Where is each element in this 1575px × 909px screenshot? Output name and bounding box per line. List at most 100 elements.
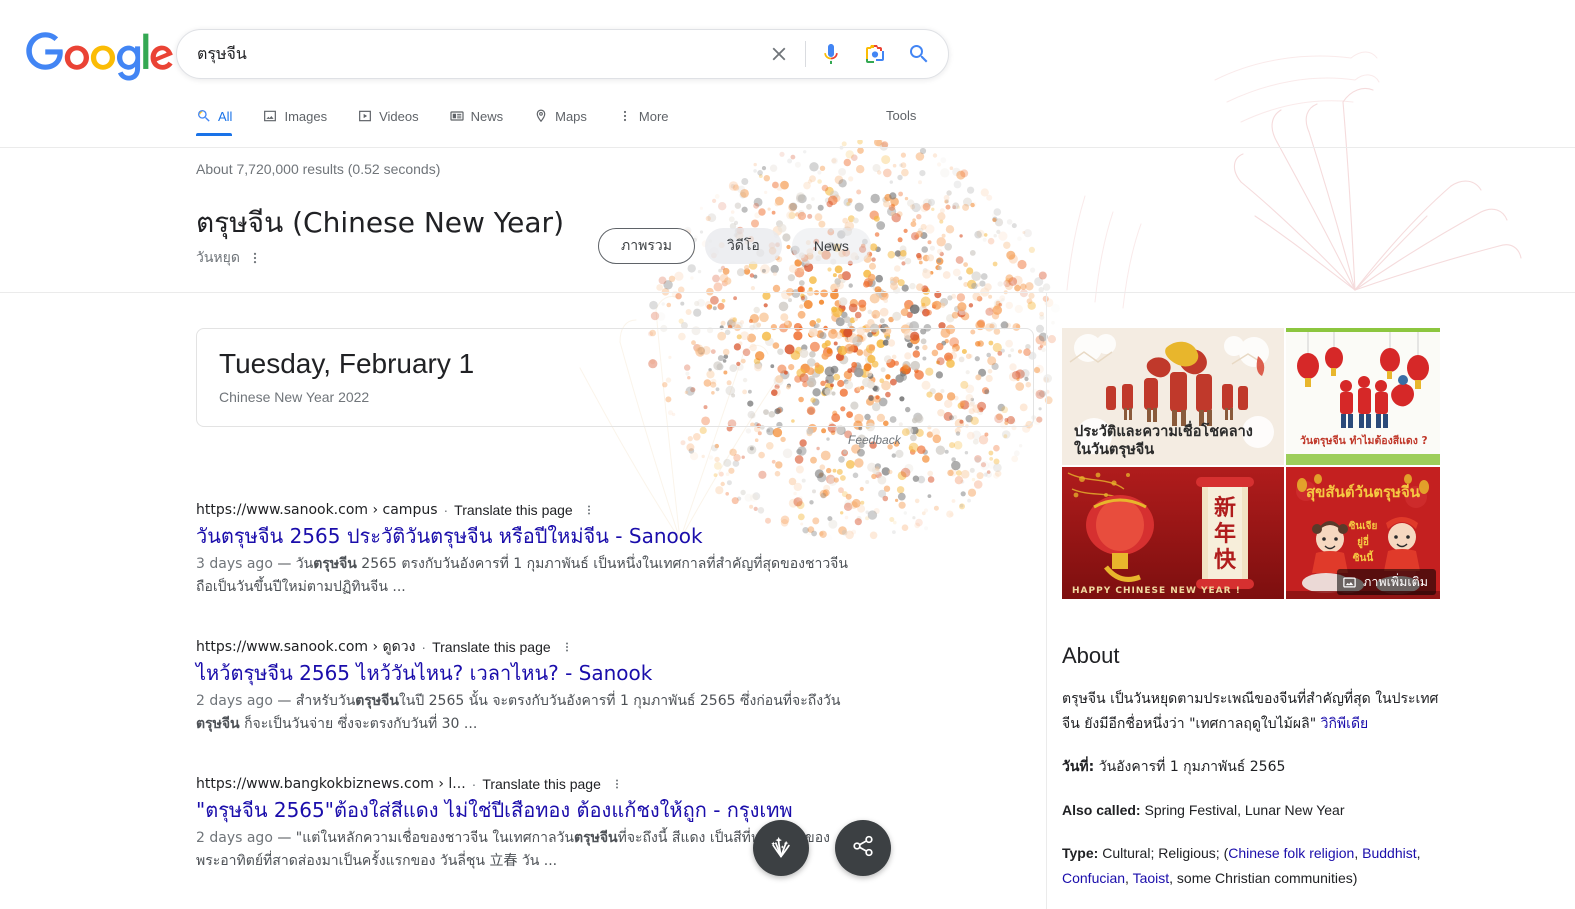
nav-tab-label: Maps <box>555 108 587 124</box>
feedback-link[interactable]: Feedback <box>848 433 901 447</box>
translate-page-link[interactable]: Translate this page <box>482 774 601 794</box>
knowledge-panel: ประวัติและความเชื่อโชคลาง ในวันตรุษจีน ว… <box>1062 328 1440 909</box>
map-pin-icon <box>533 108 549 124</box>
image-icon <box>262 108 278 124</box>
nav-tab-label: News <box>470 108 504 124</box>
share-icon <box>850 833 876 864</box>
nav-tab-label: Images <box>284 108 328 124</box>
svg-text:快: 快 <box>1214 548 1237 573</box>
fact-label: Type: <box>1062 845 1099 861</box>
kp-value-link[interactable]: Buddhist <box>1362 845 1416 861</box>
nav-tab-images[interactable]: Images <box>262 108 327 136</box>
result-url-row: https://www.sanook.com › campus · Transl… <box>196 500 896 520</box>
result-snippet-text: สำหรับวันตรุษจีนในปี 2565 นั้น จะตรงกับว… <box>196 693 840 732</box>
kp-image-3[interactable]: 新 年 快 HAPPY CHINESE NEW YEAR ! <box>1062 467 1284 599</box>
date-card: Tuesday, February 1 Chinese New Year 202… <box>196 328 1034 427</box>
svg-text:ยู่อี่: ยู่อี่ <box>1357 534 1369 549</box>
result-date: 2 days ago <box>196 693 273 709</box>
close-icon[interactable] <box>765 40 793 68</box>
result-dash: — <box>277 693 292 709</box>
snippet-text: ในปี 2565 นั้น จะตรงกับวันอังคารที่ 1 กุ… <box>398 693 841 709</box>
kebab-menu-icon <box>617 108 633 124</box>
kp-image-1[interactable]: ประวัติและความเชื่อโชคลาง ในวันตรุษจีน <box>1062 328 1284 465</box>
fact-type: Type: Cultural; Religious; (Chinese folk… <box>1062 841 1440 891</box>
kp-value-link[interactable]: Taoist <box>1133 870 1170 886</box>
result-title-link[interactable]: "ตรุษจีน 2565"ต้องใส่สีแดง ไม่ใช่ปีเสือท… <box>196 797 896 823</box>
fireworks-fab[interactable] <box>753 820 809 876</box>
snippet-highlight: ตรุษจีน <box>355 693 399 709</box>
nav-tab-videos[interactable]: Videos <box>357 108 419 136</box>
fact-date: วันที่: วันอังคารที่ 1 กุมภาพันธ์ 2565 <box>1062 755 1440 780</box>
microphone-icon[interactable] <box>818 41 844 67</box>
google-logo[interactable] <box>24 32 176 82</box>
kebab-menu-icon[interactable] <box>611 776 623 792</box>
svg-text:ในวันตรุษจีน: ในวันตรุษจีน <box>1074 440 1154 458</box>
translate-page-link[interactable]: Translate this page <box>432 637 551 657</box>
kp-image-2[interactable]: วันตรุษจีน ทำไมต้องสีแดง ? <box>1286 328 1440 465</box>
result-stats: About 7,720,000 results (0.52 seconds) <box>196 161 441 177</box>
search-nav-tabs: All Images Videos News Maps More <box>196 108 699 136</box>
fact-value: วันอังคารที่ 1 กุมภาพันธ์ 2565 <box>1098 759 1286 775</box>
svg-text:ซินเจีย: ซินเจีย <box>1349 520 1378 532</box>
result-url[interactable]: https://www.bangkokbiznews.com › l... <box>196 774 466 794</box>
about-description: ตรุษจีน เป็นวันหยุดตามประเพณีของจีนที่สำ… <box>1062 687 1440 737</box>
translate-page-link[interactable]: Translate this page <box>454 500 573 520</box>
result-dash: — <box>277 556 292 572</box>
google-lens-camera-icon[interactable] <box>862 41 888 67</box>
kebab-menu-icon[interactable] <box>583 502 595 518</box>
search-divider <box>805 41 806 67</box>
result-url[interactable]: https://www.sanook.com › campus <box>196 500 438 520</box>
search-input[interactable] <box>177 44 765 64</box>
nav-tab-maps[interactable]: Maps <box>533 108 587 136</box>
svg-text:HAPPY CHINESE NEW YEAR !: HAPPY CHINESE NEW YEAR ! <box>1072 586 1241 596</box>
entity-tab-pills: ภาพรวม วิดีโอ News <box>598 228 871 264</box>
fact-label: Also called: <box>1062 802 1141 818</box>
image-icon <box>1342 575 1357 590</box>
pill-news[interactable]: News <box>791 228 871 264</box>
nav-tab-label: Videos <box>379 108 419 124</box>
result-snippet-text: "แต่ในหลักความเชื่อของชาวจีน ในเทศกาลวัน… <box>196 830 830 869</box>
result-separator: · <box>443 502 449 518</box>
snippet-text: 2565 ตรงกับวันอังคารที่ 1 กุมภาพันธ์ เป็… <box>196 556 848 595</box>
google-search-results-page: All Images Videos News Maps <box>0 0 1575 909</box>
search-icon[interactable] <box>906 41 932 67</box>
nav-divider <box>0 147 1575 148</box>
panel-divider <box>1046 292 1047 909</box>
result-dash: — <box>277 830 292 846</box>
kp-value-link[interactable]: Chinese folk religion <box>1228 845 1354 861</box>
search-bar[interactable] <box>176 29 949 79</box>
snippet-text: "แต่ในหลักความเชื่อของชาวจีน ในเทศกาลวัน <box>295 830 574 846</box>
fireworks-icon <box>767 832 795 865</box>
fact-value: Cultural; Religious; (Chinese folk relig… <box>1062 845 1421 886</box>
kp-image-4[interactable]: สุขสันต์วันตรุษจีน ซินเจีย ยู่อี่ ซินนี้… <box>1286 467 1440 599</box>
kebab-menu-icon[interactable] <box>248 250 262 266</box>
result-url-row: https://www.bangkokbiznews.com › l... · … <box>196 774 896 794</box>
pill-overview[interactable]: ภาพรวม <box>598 228 695 264</box>
share-fab[interactable] <box>835 820 891 876</box>
about-heading: About <box>1062 643 1120 668</box>
result-title-link[interactable]: ไหว้ตรุษจีน 2565 ไหว้วันไหน? เวลาไหน? - … <box>196 660 896 686</box>
kp-value-link[interactable]: Confucian <box>1062 870 1125 886</box>
entity-header: ตรุษจีน (Chinese New Year) วันหยุด <box>196 205 564 269</box>
result-date: 3 days ago <box>196 556 273 572</box>
date-caption: Chinese New Year 2022 <box>219 389 370 405</box>
nav-tab-more[interactable]: More <box>617 108 669 136</box>
result-snippet: 3 days ago — วันตรุษจีน 2565 ตรงกับวันอั… <box>196 553 864 599</box>
snippet-highlight: ตรุษจีน <box>196 716 240 732</box>
pill-videos[interactable]: วิดีโอ <box>704 228 782 264</box>
wikipedia-link[interactable]: วิกิพีเดีย <box>1321 716 1369 732</box>
kebab-menu-icon[interactable] <box>561 639 573 655</box>
video-play-icon <box>357 108 373 124</box>
tools-button[interactable]: Tools <box>886 108 916 135</box>
result-snippet-text: วันตรุษจีน 2565 ตรงกับวันอังคารที่ 1 กุม… <box>196 556 848 595</box>
fact-also-called: Also called: Spring Festival, Lunar New … <box>1062 798 1440 823</box>
nav-tab-all[interactable]: All <box>196 108 233 136</box>
result-title-link[interactable]: วันตรุษจีน 2565 ประวัติวันตรุษจีน หรือปี… <box>196 523 896 549</box>
nav-tab-news[interactable]: News <box>449 108 504 136</box>
snippet-highlight: ตรุษจีน <box>313 556 357 572</box>
result-separator: · <box>421 639 427 655</box>
result-url[interactable]: https://www.sanook.com › ดูดวง <box>196 637 415 657</box>
more-images-button[interactable]: ภาพเพิ่มเติม <box>1337 569 1436 595</box>
svg-text:วันตรุษจีน ทำไมต้องสีแดง ?: วันตรุษจีน ทำไมต้องสีแดง ? <box>1300 434 1428 448</box>
nav-tab-label: More <box>638 108 669 124</box>
